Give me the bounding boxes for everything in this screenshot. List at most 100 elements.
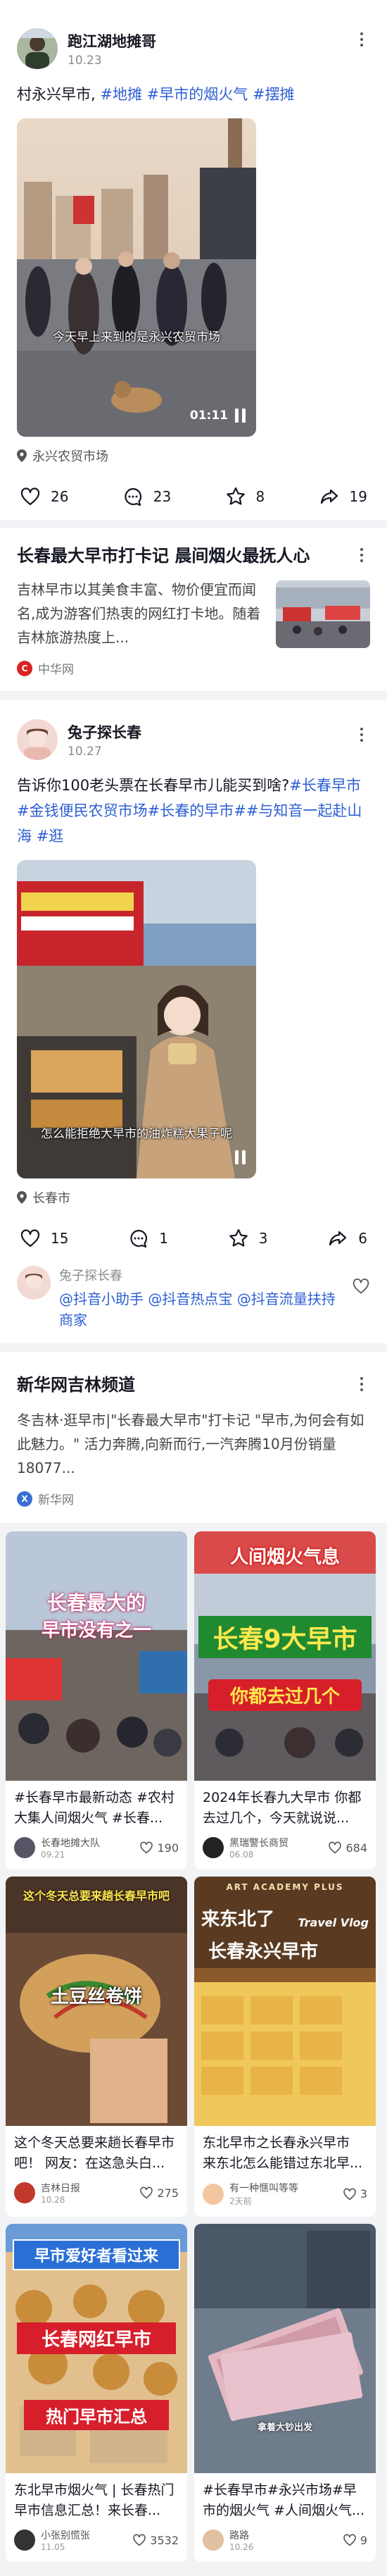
avatar[interactable] (17, 719, 58, 760)
top-comment[interactable]: 兔子探长春 @抖音小助手 @抖音热点宝 @抖音流量扶持商家 (17, 1266, 370, 1331)
favorite-count: 8 (255, 488, 265, 505)
like-button[interactable]: 26 (20, 486, 68, 507)
grid-thumbnail[interactable]: ART ACADEMY PLUS 来东北了 Travel Vlog 长春永兴早市 (194, 1877, 376, 2126)
grid-user[interactable]: 路路 (229, 2528, 337, 2542)
grid-user[interactable]: 吉林日报 (41, 2181, 134, 2195)
grid-card[interactable]: 早市爱好者看过来 长春网红早市 热门早市汇总 东北早市烟火气 | 长春热门早市信… (6, 2224, 187, 2562)
hashtag[interactable]: #地摊 (100, 86, 142, 103)
avatar[interactable] (17, 28, 58, 69)
author-name[interactable]: 跑江湖地摊哥 (68, 30, 156, 51)
more-options-icon[interactable] (355, 1374, 369, 1394)
location-label[interactable]: 永兴农贸市场 (32, 447, 108, 465)
article-card-2[interactable]: 新华网吉林频道 冬吉林·逛早市|"长春最大早市"打卡记 "早市,为何会有如此魅力… (0, 1352, 387, 1523)
location-label[interactable]: 长春市 (32, 1188, 70, 1207)
grid-like[interactable]: 9 (343, 2533, 367, 2547)
avatar[interactable] (203, 2183, 224, 2205)
post-author[interactable]: 兔子探长春 10.27 (17, 719, 370, 760)
pause-icon[interactable] (235, 1150, 246, 1164)
article-title[interactable]: 长春最大早市打卡记 晨间烟火最抚人心 (17, 544, 370, 568)
post-card-1[interactable]: 跑江湖地摊哥 10.23 村永兴早市, #地摊 #早市的烟火气 #摆摊 今天早上… (0, 0, 387, 520)
hashtag[interactable]: #早市的烟火气 (147, 86, 248, 103)
grid-title[interactable]: 东北早市烟火气 | 长春热门早市信息汇总！来长春... (6, 2473, 187, 2521)
like-count: 190 (157, 1841, 179, 1855)
grid-thumbnail[interactable]: 人间烟火气息 长春9大早市 你都去过几个 (194, 1531, 376, 1781)
hashtag[interactable]: #长春的早市 (148, 802, 234, 819)
favorite-button[interactable]: 8 (225, 486, 265, 507)
article-source[interactable]: X 新华网 (17, 1490, 370, 1507)
grid-title[interactable]: 这个冬天总要来趟长春早市吧！ 网友：在这急头白... (6, 2126, 187, 2174)
post-author[interactable]: 跑江湖地摊哥 10.23 (17, 28, 370, 69)
share-button[interactable]: 19 (319, 486, 367, 507)
comment-text[interactable]: @抖音小助手 @抖音热点宝 @抖音流量扶持商家 (59, 1288, 343, 1331)
comment-icon (125, 487, 141, 506)
grid-thumbnail[interactable]: 这个冬天总要来趟长春早市吧 土豆丝卷饼 (6, 1877, 187, 2126)
grid-title[interactable]: 东北早市之长春永兴早市 来东北怎么能错过东北早... (194, 2126, 376, 2174)
location-tag[interactable]: 永兴农贸市场 (17, 447, 370, 465)
comment-like-icon[interactable] (352, 1277, 370, 1295)
source-name[interactable]: 中华网 (38, 659, 74, 677)
grid-card[interactable]: 长春最大的 早市没有之一 #长春早市最新动态 #农村大集人间烟火气 #长春...… (6, 1531, 187, 1869)
grid-like[interactable]: 684 (328, 1841, 367, 1855)
hashtag[interactable]: #逛 (37, 828, 64, 845)
grid-card[interactable]: 人间烟火气息 长春9大早市 你都去过几个 2024年长春九大早市 你都去过几个，… (194, 1531, 376, 1869)
article-source[interactable]: C 中华网 (17, 659, 370, 677)
grid-like[interactable]: 275 (139, 2186, 179, 2200)
grid-card[interactable]: 这个冬天总要来趟长春早市吧 土豆丝卷饼 这个冬天总要来趟长春早市吧！ 网友：在这… (6, 1877, 187, 2217)
grid-user[interactable]: 长春地摊大队 (41, 1836, 134, 1850)
grid-user[interactable]: 有一种惬叫等等 (229, 2181, 337, 2195)
more-options-icon[interactable] (355, 30, 369, 49)
avatar[interactable] (203, 1837, 224, 1858)
commenter-avatar[interactable] (17, 1266, 51, 1300)
grid-thumbnail[interactable]: 长春最大的 早市没有之一 (6, 1531, 187, 1781)
grid-like[interactable]: 3532 (132, 2533, 179, 2547)
heart-icon (329, 1841, 342, 1854)
grid-user[interactable]: 小张别慌张 (41, 2528, 127, 2542)
more-options-icon[interactable] (355, 725, 369, 745)
post-text: 告诉你100老头票在长春早市儿能买到啥?#长春早市 #金钱便民农贸市场#长春的早… (17, 773, 370, 849)
comment-button[interactable]: 1 (128, 1228, 168, 1249)
like-button[interactable]: 15 (20, 1228, 68, 1249)
grid-like[interactable]: 190 (139, 1841, 179, 1855)
article-card-1[interactable]: 长春最大早市打卡记 晨间烟火最抚人心 吉林早市以其美食丰富、物价便宜而闻名,成为… (0, 528, 387, 691)
avatar[interactable] (14, 2530, 35, 2551)
article-summary: 冬吉林·逛早市|"长春最大早市"打卡记 "早市,为何会有如此魅力。" 活力奔腾,… (17, 1412, 364, 1476)
commenter-name[interactable]: 兔子探长春 (59, 1266, 343, 1284)
grid-thumbnail[interactable]: 早市爱好者看过来 长春网红早市 热门早市汇总 (6, 2224, 187, 2473)
grid-user[interactable]: 黑瑞警长商贸 (229, 1836, 322, 1850)
grid-thumbnail[interactable]: 拿着大钞出发 (194, 2224, 376, 2473)
grid-card[interactable]: ART ACADEMY PLUS 来东北了 Travel Vlog 长春永兴早市… (194, 1877, 376, 2217)
article-title[interactable]: 新华网吉林频道 (17, 1373, 370, 1397)
article-thumbnail[interactable] (276, 580, 370, 648)
more-options-icon[interactable] (355, 545, 369, 565)
thumbnail-caption: 长春9大早市 (198, 1616, 372, 1658)
source-name[interactable]: 新华网 (38, 1490, 74, 1507)
grid-card[interactable]: 拿着大钞出发 #长春早市#永兴市场#早市的烟火气 #人间烟火气... 路路 10.… (194, 2224, 376, 2562)
video-grid: 长春最大的 早市没有之一 #长春早市最新动态 #农村大集人间烟火气 #长春...… (0, 1531, 387, 2562)
like-count: 15 (51, 1230, 69, 1247)
hashtag[interactable]: # (234, 802, 246, 819)
hashtag[interactable]: #摆摊 (253, 86, 295, 103)
location-tag[interactable]: 长春市 (17, 1188, 370, 1207)
avatar[interactable] (14, 1837, 35, 1858)
comment-button[interactable]: 23 (122, 486, 171, 507)
hashtag[interactable]: #长春早市 (289, 777, 361, 794)
grid-title[interactable]: #长春早市#永兴市场#早市的烟火气 #人间烟火气... (194, 2473, 376, 2521)
author-name[interactable]: 兔子探长春 (68, 721, 141, 742)
grid-title[interactable]: 2024年长春九大早市 你都去过几个，今天就说说... (194, 1781, 376, 1829)
avatar[interactable] (14, 2182, 35, 2203)
video-player[interactable]: 今天早上来到的是永兴农贸市场 01:11 (17, 118, 256, 437)
favorite-button[interactable]: 3 (228, 1228, 267, 1249)
pause-icon[interactable] (235, 409, 246, 423)
heart-icon (343, 2188, 356, 2200)
grid-title[interactable]: #长春早市最新动态 #农村大集人间烟火气 #长春... (6, 1781, 187, 1829)
post-text-plain: 村永兴早市, (17, 86, 101, 103)
grid-like[interactable]: 3 (343, 2187, 367, 2201)
video-player[interactable]: 怎么能拒绝大早市的油炸糕大果子呢 (17, 860, 256, 1178)
post-text: 村永兴早市, #地摊 #早市的烟火气 #摆摊 (17, 82, 370, 107)
post-card-2[interactable]: 兔子探长春 10.27 告诉你100老头票在长春早市儿能买到啥?#长春早市 #金… (0, 699, 387, 1343)
share-button[interactable]: 6 (327, 1228, 367, 1249)
hashtag[interactable]: #金钱便民农贸市场 (17, 802, 148, 819)
post-date: 10.27 (68, 744, 102, 759)
avatar[interactable] (203, 2530, 224, 2551)
grid-date: 10.26 (229, 2542, 254, 2552)
